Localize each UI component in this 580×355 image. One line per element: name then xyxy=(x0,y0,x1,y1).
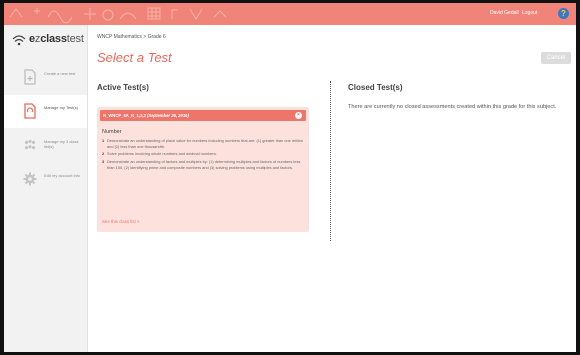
sidebar-item-manage-tests[interactable]: Manage my Test(s) xyxy=(4,95,87,128)
sidebar-item-label: Edit my account info xyxy=(44,173,81,178)
sidebar-item-label: Create a new test xyxy=(44,71,76,76)
help-icon[interactable]: ? xyxy=(558,8,569,19)
active-tests-heading: Active Test(s) xyxy=(97,83,149,92)
test-card[interactable]: N_WNCP_6A_N_1,2,3 (September 26, 2016) ×… xyxy=(97,107,309,232)
page-title: Select a Test xyxy=(97,50,172,65)
test-card-header[interactable]: N_WNCP_6A_N_1,2,3 (September 26, 2016) × xyxy=(100,110,306,121)
closed-tests-heading: Closed Test(s) xyxy=(348,83,403,92)
class-list-icon xyxy=(24,139,36,150)
top-bar: David Gedall Logout ? xyxy=(4,3,576,25)
wifi-logo-icon xyxy=(12,35,26,46)
sidebar-item-account[interactable]: Edit my account info xyxy=(4,163,87,196)
standard-item: 3 Demonstrate an understanding of factor… xyxy=(102,159,301,170)
app-window: David Gedall Logout ? ezclasstest Create… xyxy=(4,3,576,352)
standard-item: 1 Demonstrate an understanding of place … xyxy=(102,138,303,149)
standard-item: 2 Solve problems involving whole numbers… xyxy=(102,151,217,156)
cancel-button[interactable]: Cancel xyxy=(541,52,571,64)
sidebar-item-label: Manage my 3 class list(s) xyxy=(44,139,79,149)
manage-tests-icon xyxy=(24,103,36,119)
sidebar: ezclasstest Create a new test Manage my … xyxy=(4,25,88,352)
brand-name: ezclasstest xyxy=(29,33,84,45)
main-content: WNCP Mathematics > Grade 6 Select a Test… xyxy=(88,25,576,352)
math-doodle-banner xyxy=(9,7,227,24)
sidebar-item-create-test[interactable]: Create a new test xyxy=(4,61,87,94)
test-subject: Number xyxy=(102,129,122,135)
create-test-icon xyxy=(24,69,36,85)
logout-link[interactable]: Logout xyxy=(522,10,537,16)
gear-icon xyxy=(23,172,37,186)
column-divider xyxy=(330,81,331,241)
see-class-list-link[interactable]: See this class list > xyxy=(102,219,139,224)
closed-tests-message: There are currently no closed assessment… xyxy=(348,104,557,110)
sidebar-item-class-lists[interactable]: Manage my 3 class list(s) xyxy=(4,129,87,162)
sidebar-item-label: Manage my Test(s) xyxy=(44,105,78,110)
logo: ezclasstest xyxy=(12,33,84,49)
user-name[interactable]: David Gedall xyxy=(490,10,519,16)
breadcrumb[interactable]: WNCP Mathematics > Grade 6 xyxy=(97,34,166,40)
close-icon[interactable]: × xyxy=(295,112,302,119)
test-card-title: N_WNCP_6A_N_1,2,3 (September 26, 2016) xyxy=(103,113,189,118)
